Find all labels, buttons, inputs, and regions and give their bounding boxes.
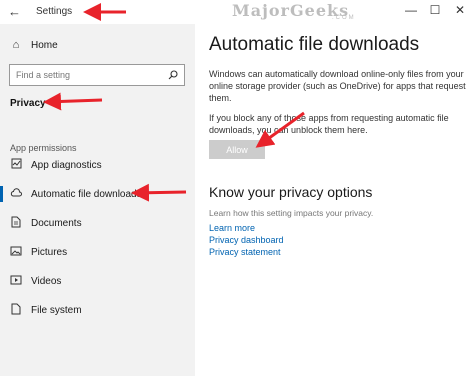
allow-button[interactable]: Allow [209,140,265,159]
search-icon [168,70,178,80]
sidebar-item-label: File system [31,304,82,316]
watermark-sub: .COM [332,15,356,21]
sidebar-item-label: Pictures [31,246,68,258]
back-arrow-icon[interactable]: ← [8,5,22,19]
home-icon: ⌂ [12,39,20,51]
sidebar-item-pictures[interactable]: Pictures [0,241,195,263]
sidebar-item-label: App diagnostics [31,159,102,171]
section-title: Privacy [10,98,46,109]
sidebar-item-automatic-file-downloads[interactable]: Automatic file downloads [0,183,195,205]
sidebar-item-app-diagnostics[interactable]: App diagnostics [0,154,195,176]
group-title: App permissions [10,143,77,153]
privacy-dashboard-link[interactable]: Privacy dashboard [209,235,284,245]
privacy-statement-link[interactable]: Privacy statement [209,247,281,257]
file-system-icon [9,303,23,318]
close-button[interactable]: ✕ [453,3,467,17]
document-icon [9,216,23,231]
main-content: Automatic file downloads Windows can aut… [195,24,474,376]
title-bar: ← Settings MajorGeeks .COM — ☐ ✕ [0,0,474,24]
maximize-button[interactable]: ☐ [428,3,442,17]
app-diagnostics-icon [9,158,23,172]
video-icon [9,275,23,288]
sidebar-item-file-system[interactable]: File system [0,299,195,321]
selection-indicator [0,186,3,202]
description-text: Windows can automatically download onlin… [209,69,466,103]
privacy-options-subtitle: Learn how this setting impacts your priv… [209,208,374,218]
sidebar-item-documents[interactable]: Documents [0,212,195,234]
sidebar-item-label: Videos [31,275,62,287]
picture-icon [9,246,23,259]
sidebar: ⌂ Home Find a setting Privacy App permis… [0,24,195,376]
page-title: Automatic file downloads [209,34,420,55]
unblock-text: If you block any of those apps from requ… [209,113,449,135]
search-input[interactable]: Find a setting [9,64,185,86]
sidebar-item-videos[interactable]: Videos [0,270,195,292]
window-title: Settings [36,6,73,17]
search-placeholder: Find a setting [16,70,71,80]
learn-more-link[interactable]: Learn more [209,223,255,233]
privacy-options-heading: Know your privacy options [209,184,373,200]
sidebar-item-home[interactable]: ⌂ Home [0,34,195,56]
sidebar-item-label: Documents [31,217,82,229]
sidebar-item-label: Automatic file downloads [31,188,142,200]
sidebar-item-label: Home [31,39,58,51]
minimize-button[interactable]: — [404,3,418,17]
cloud-icon [9,188,23,200]
